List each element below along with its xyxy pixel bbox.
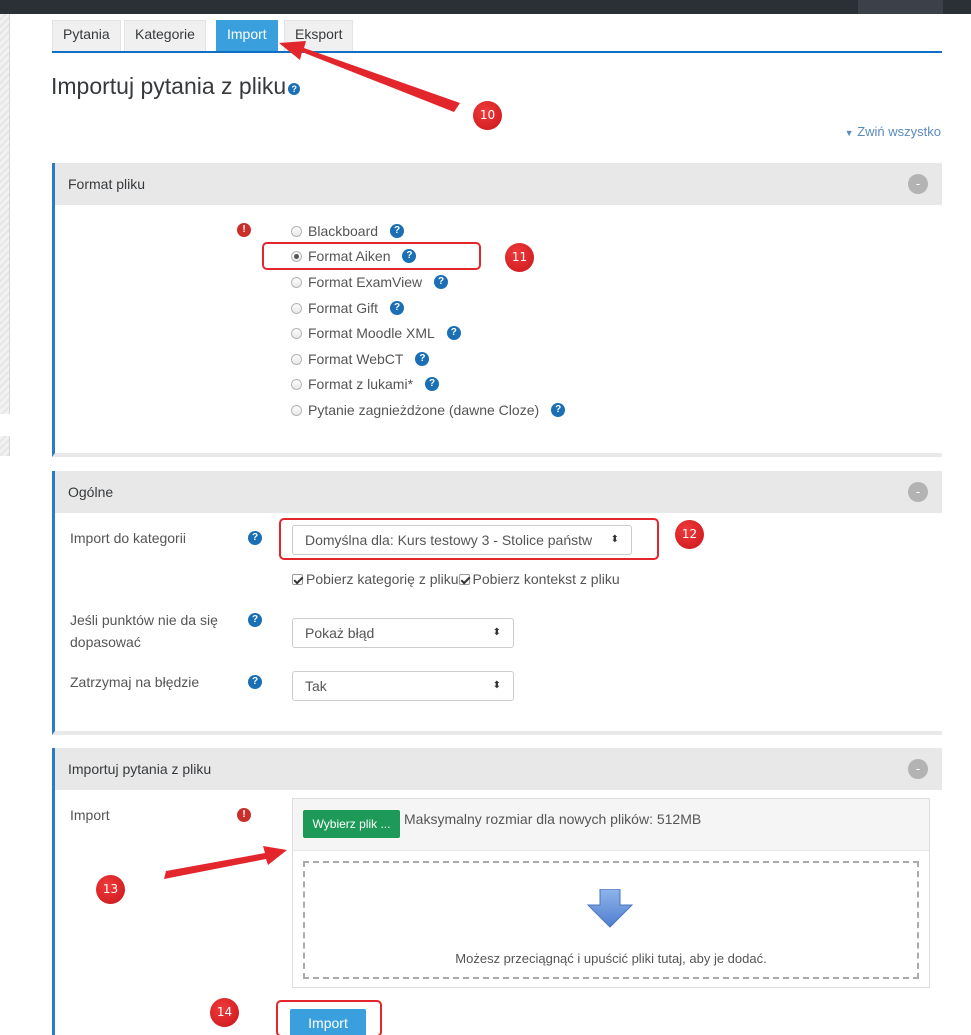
checkbox-group: Pobierz kategorię z pliku Pobierz konteks… — [292, 571, 620, 587]
caret-down-icon: ▼ — [844, 128, 854, 138]
radio-button[interactable] — [291, 302, 302, 314]
match-grades-label: Jeśli punktów nie da się dopasować — [70, 609, 218, 653]
left-block-edge — [0, 14, 10, 414]
file-picker-toolbar: Wybierz plik ... Maksymalny rozmiar dla … — [293, 799, 929, 851]
top-navbar — [0, 0, 971, 14]
checkbox-checked[interactable] — [458, 574, 470, 585]
step-badge-14: 14 — [210, 998, 239, 1027]
radio-moodle-xml[interactable]: Format Moodle XML? — [291, 323, 461, 343]
highlight-aiken — [262, 242, 481, 270]
drop-zone[interactable]: Możesz przeciągnąć i upuścić pliki tutaj… — [303, 861, 919, 979]
help-icon[interactable]: ? — [434, 275, 449, 289]
section-body-format: ! Blackboard? Format Aiken? Format ExamV… — [55, 205, 942, 453]
help-icon[interactable]: ? — [248, 675, 262, 689]
section-header-import[interactable]: Importuj pytania z pliku - — [55, 748, 942, 790]
radio-button[interactable] — [291, 378, 302, 390]
choose-file-button[interactable]: Wybierz plik ... — [303, 810, 400, 838]
radio-gift[interactable]: Format Gift? — [291, 298, 405, 318]
radio-label: Format Moodle XML — [308, 325, 435, 341]
radio-button[interactable] — [291, 353, 302, 365]
radio-missing-word[interactable]: Format z lukami*? — [291, 374, 440, 394]
radio-label: Format ExamView — [308, 274, 423, 290]
select-caret-icon: ⬍ — [492, 627, 501, 638]
max-file-size: Maksymalny rozmiar dla nowych plików: 51… — [404, 811, 702, 827]
step-badge-12: 12 — [675, 520, 704, 549]
collapse-toggle-icon[interactable]: - — [908, 759, 928, 779]
section-general: Ogólne - Import do kategorii ? Domyślna … — [52, 471, 942, 735]
radio-label: Format WebCT — [308, 351, 404, 367]
radio-webct[interactable]: Format WebCT? — [291, 349, 430, 369]
section-title: Ogólne — [68, 484, 114, 500]
help-icon[interactable]: ? — [248, 613, 262, 627]
radio-label: Blackboard — [308, 223, 379, 239]
match-grades-label-line1: Jeśli punktów nie da się — [70, 612, 218, 628]
radio-examview[interactable]: Format ExamView? — [291, 272, 449, 292]
tab-categories[interactable]: Kategorie — [124, 20, 206, 51]
stop-on-error-select-value: Tak — [305, 678, 327, 694]
collapse-toggle-icon[interactable]: - — [908, 482, 928, 502]
help-icon[interactable]: ? — [446, 326, 461, 340]
collapse-all-link[interactable]: ▼ Zwiń wszystko — [845, 124, 941, 139]
navbar-segment — [858, 0, 943, 14]
highlight-category — [279, 518, 659, 560]
help-icon[interactable]: ? — [288, 83, 301, 95]
step-badge-13: 13 — [96, 875, 125, 904]
stop-on-error-select[interactable]: Tak ⬍ — [292, 671, 514, 701]
radio-button[interactable] — [291, 276, 302, 288]
page-title: Importuj pytania z pliku? — [51, 73, 301, 100]
catfromfile-checkbox[interactable]: Pobierz kategorię z pliku — [292, 571, 459, 587]
select-caret-icon: ⬍ — [492, 680, 501, 691]
radio-button[interactable] — [291, 225, 302, 237]
step-badge-10: 10 — [473, 101, 502, 130]
checkbox-checked[interactable] — [292, 574, 303, 585]
category-label: Import do kategorii — [70, 530, 186, 546]
radio-button[interactable] — [291, 327, 302, 339]
match-grades-select-value: Pokaż błąd — [305, 625, 375, 641]
checkbox-label: Pobierz kontekst z pliku — [472, 571, 620, 587]
section-header-format[interactable]: Format pliku - — [55, 163, 942, 205]
left-block-edge-2 — [0, 436, 10, 456]
tab-export[interactable]: Eksport — [284, 20, 354, 51]
section-file-format: Format pliku - ! Blackboard? Format Aike… — [52, 163, 942, 457]
contextfromfile-checkbox[interactable]: Pobierz kontekst z pliku — [458, 571, 620, 587]
section-import-file: Importuj pytania z pliku - Import ! Wybi… — [52, 748, 942, 1035]
drop-zone-text: Możesz przeciągnąć i upuścić pliki tutaj… — [455, 951, 767, 966]
import-field-label: Import — [70, 807, 110, 823]
required-icon: ! — [237, 808, 251, 822]
help-icon[interactable]: ? — [425, 377, 440, 391]
radio-button[interactable] — [291, 404, 302, 416]
help-icon[interactable]: ? — [390, 301, 405, 315]
radio-cloze[interactable]: Pytanie zagnieżdżone (dawne Cloze)? — [291, 400, 566, 420]
section-header-general[interactable]: Ogólne - — [55, 471, 942, 513]
help-icon[interactable]: ? — [248, 531, 262, 545]
radio-label: Format z lukami* — [308, 376, 414, 392]
checkbox-label: Pobierz kategorię z pliku — [306, 571, 459, 587]
radio-label: Format Gift — [308, 300, 379, 316]
section-title: Importuj pytania z pliku — [68, 761, 212, 777]
collapse-toggle-icon[interactable]: - — [908, 174, 928, 194]
help-icon[interactable]: ? — [551, 403, 566, 417]
step-badge-11: 11 — [505, 243, 534, 272]
radio-label: Pytanie zagnieżdżone (dawne Cloze) — [308, 402, 540, 418]
required-icon: ! — [237, 223, 251, 237]
section-title: Format pliku — [68, 176, 146, 192]
match-grades-label-line2: dopasować — [70, 634, 141, 650]
help-icon[interactable]: ? — [415, 352, 430, 366]
match-grades-select[interactable]: Pokaż błąd ⬍ — [292, 618, 514, 648]
page-title-text: Importuj pytania z pliku — [51, 73, 287, 99]
question-bank-tabs: Pytania Kategorie Import Eksport — [52, 20, 942, 53]
highlight-import-button — [276, 1000, 382, 1035]
file-picker: Wybierz plik ... Maksymalny rozmiar dla … — [292, 798, 930, 988]
collapse-all-label: Zwiń wszystko — [857, 124, 941, 139]
help-icon[interactable]: ? — [390, 224, 405, 238]
radio-blackboard[interactable]: Blackboard? — [291, 221, 405, 241]
section-body-import: Import ! Wybierz plik ... Maksymalny roz… — [55, 790, 942, 1035]
download-arrow-icon — [586, 889, 634, 928]
tab-import[interactable]: Import — [216, 20, 278, 51]
stop-on-error-label: Zatrzymaj na błędzie — [70, 674, 200, 690]
tab-questions[interactable]: Pytania — [52, 20, 121, 51]
